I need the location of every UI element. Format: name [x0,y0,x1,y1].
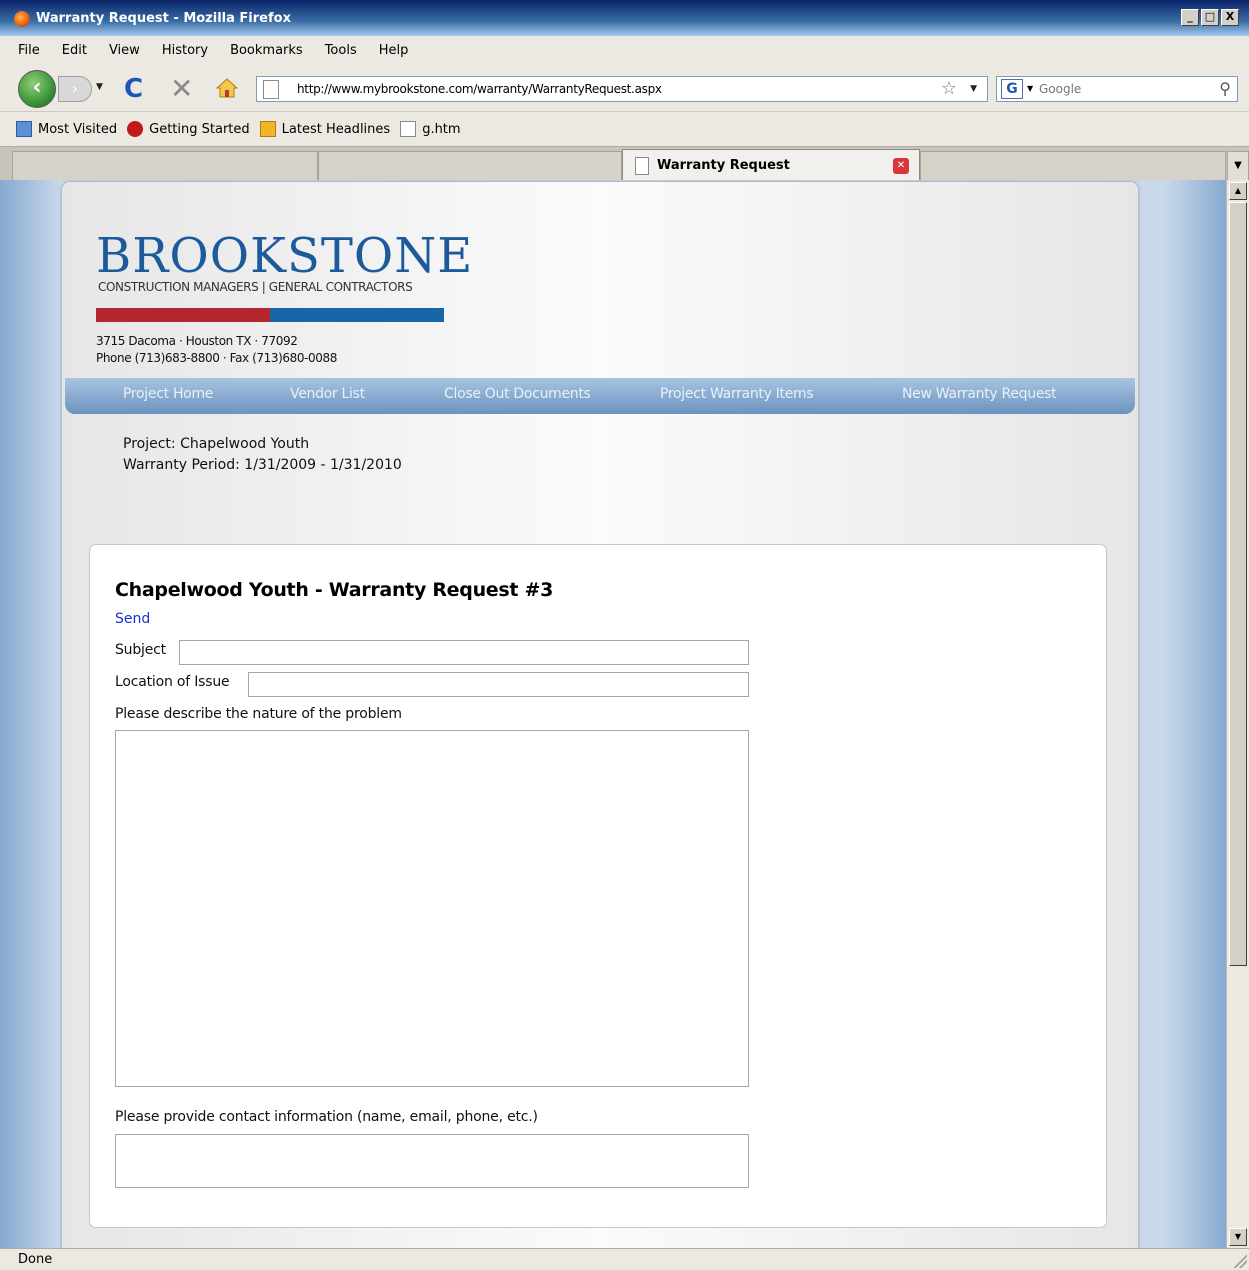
phone-fax-line: Phone (713)683-8800 · Fax (713)680-0088 [96,351,337,365]
folder-icon [16,121,32,137]
contact-label: Please provide contact information (name… [115,1109,538,1125]
bookmark-latest-headlines[interactable]: Latest Headlines [259,121,391,137]
tab-list-button[interactable]: ▼ [1227,151,1249,181]
logo-color-bar [96,308,444,322]
problem-label: Please describe the nature of the proble… [115,706,402,722]
close-tab-icon[interactable]: ✕ [893,158,909,174]
maximize-button[interactable]: □ [1201,9,1219,26]
status-text: Done [18,1252,53,1267]
url-text[interactable]: http://www.mybrookstone.com/warranty/War… [297,82,662,96]
firefox-bookmark-icon [127,121,144,137]
stop-icon[interactable]: ✕ [170,72,193,105]
back-button[interactable]: ‹ [18,70,56,108]
subject-input[interactable] [179,640,749,665]
menu-bookmarks[interactable]: Bookmarks [230,43,303,58]
search-bar[interactable]: G ▼ ⚲ [996,76,1238,102]
problem-textarea[interactable] [115,730,749,1087]
minimize-button[interactable]: _ [1181,9,1199,26]
menu-edit[interactable]: Edit [62,43,87,58]
scroll-down-arrow[interactable]: ▼ [1229,1228,1247,1246]
navigation-toolbar: ‹ › ▼ C ✕ http://www.mybrookstone.com/wa… [0,64,1249,112]
page-icon [635,157,649,175]
menu-history[interactable]: History [162,43,208,58]
page-icon [400,121,417,137]
menu-bar: File Edit View History Bookmarks Tools H… [0,36,1249,64]
nav-project-warranty-items[interactable]: Project Warranty Items [660,386,814,402]
tab-strip: Warranty Request ✕ ▼ [0,146,1249,181]
page-container: BROOKSTONE CONSTRUCTION MANAGERS | GENER… [62,182,1138,1248]
forward-button[interactable]: › [58,76,92,102]
nav-vendor-list[interactable]: Vendor List [290,386,365,402]
menu-tools[interactable]: Tools [325,43,357,58]
engine-dropdown-icon[interactable]: ▼ [1027,84,1033,93]
home-icon[interactable] [216,78,238,98]
firefox-icon [14,11,30,27]
bookmark-getting-started[interactable]: Getting Started [127,121,250,137]
contact-textarea[interactable] [115,1134,749,1188]
form-heading: Chapelwood Youth - Warranty Request #3 [115,579,554,601]
menu-view[interactable]: View [109,43,140,58]
url-bar[interactable]: http://www.mybrookstone.com/warranty/War… [256,76,988,102]
site-header: BROOKSTONE CONSTRUCTION MANAGERS | GENER… [62,182,1138,378]
subject-label: Subject [115,642,166,658]
search-input[interactable] [1039,80,1199,98]
bookmarks-toolbar: Most Visited Getting Started Latest Head… [0,112,1249,146]
nav-new-warranty-request[interactable]: New Warranty Request [902,386,1057,402]
nav-project-home[interactable]: Project Home [123,386,213,402]
page-viewport: BROOKSTONE CONSTRUCTION MANAGERS | GENER… [0,180,1226,1248]
warranty-request-form: Chapelwood Youth - Warranty Request #3 S… [89,544,1107,1228]
window-title-bar: Warranty Request - Mozilla Firefox _ □ X [0,0,1249,36]
site-nav-menu: Project Home Vendor List Close Out Docum… [65,378,1135,414]
menu-file[interactable]: File [18,43,40,58]
bookmark-label: Most Visited [38,121,118,137]
bookmark-most-visited[interactable]: Most Visited [16,121,117,137]
close-window-button[interactable]: X [1221,9,1239,26]
tab-inactive[interactable] [12,151,318,181]
tab-inactive[interactable] [920,151,1226,181]
address-line: 3715 Dacoma · Houston TX · 77092 [96,334,298,348]
google-engine-icon[interactable]: G [1001,79,1023,99]
nav-close-out-documents[interactable]: Close Out Documents [444,386,591,402]
window-controls: _ □ X [1181,9,1239,26]
reload-icon[interactable]: C [124,74,143,104]
bookmark-label: g.htm [422,121,461,137]
warranty-period: Warranty Period: 1/31/2009 - 1/31/2010 [123,457,402,473]
window-title: Warranty Request - Mozilla Firefox [36,11,291,26]
bookmark-label: Getting Started [149,121,250,137]
status-bar: Done [0,1248,1249,1270]
tab-label: Warranty Request [657,158,790,173]
vertical-scrollbar[interactable]: ▲ ▼ [1226,180,1249,1248]
bookmark-g-htm[interactable]: g.htm [400,121,461,137]
page-icon [263,80,279,99]
scroll-up-arrow[interactable]: ▲ [1229,182,1247,200]
bookmark-star-icon[interactable]: ☆ [941,78,957,99]
location-input[interactable] [248,672,749,697]
tab-warranty-request[interactable]: Warranty Request ✕ [622,149,920,181]
send-link[interactable]: Send [115,611,150,627]
search-icon[interactable]: ⚲ [1219,79,1231,98]
bookmark-label: Latest Headlines [281,121,391,137]
brookstone-logo: BROOKSTONE [96,228,474,284]
history-dropdown-icon[interactable]: ▼ [96,82,103,92]
resize-grip-icon[interactable] [1233,1254,1247,1268]
project-name: Project: Chapelwood Youth [123,436,310,452]
scroll-thumb[interactable] [1229,202,1247,966]
location-label: Location of Issue [115,674,230,690]
url-dropdown-icon[interactable]: ▼ [970,84,977,94]
menu-help[interactable]: Help [379,43,409,58]
rss-icon [259,121,276,137]
project-info: Project: Chapelwood Youth Warranty Perio… [123,434,402,476]
logo-subtitle: CONSTRUCTION MANAGERS | GENERAL CONTRACT… [98,280,413,294]
tab-inactive[interactable] [318,151,622,181]
company-address: 3715 Dacoma · Houston TX · 77092 Phone (… [96,333,337,367]
